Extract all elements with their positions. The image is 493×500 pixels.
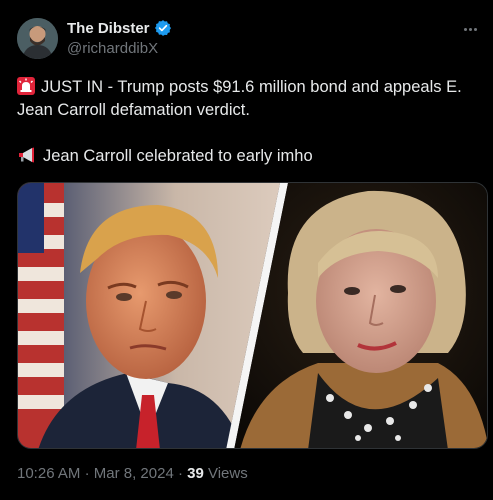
views-count: 39 [187, 465, 204, 482]
tweet-date[interactable]: Mar 8, 2024 [94, 465, 174, 482]
tweet-line-1-text: JUST IN - Trump posts $91.6 million bond… [41, 78, 462, 96]
author-name-row: The Dibster [67, 19, 172, 37]
tweet-photo[interactable] [17, 182, 488, 449]
tweet-line-2: Jean Carroll defamation verdict. [17, 101, 250, 119]
meta-separator: · [177, 465, 183, 482]
more-dot [463, 27, 467, 31]
tweet-line-3-text: Jean Carroll celebrated to early imho [43, 147, 313, 165]
tweet-meta: 10:26 AM · Mar 8, 2024 · 39 Views [17, 465, 248, 482]
tweet-text: JUST IN - Trump posts $91.6 million bond… [17, 76, 487, 168]
verified-badge-icon [154, 19, 172, 37]
tweet-time[interactable]: 10:26 AM [17, 465, 80, 482]
tweet-card[interactable]: The Dibster @richarddibX JUST IN - Trump… [0, 0, 493, 500]
more-dot [468, 27, 472, 31]
rotating-light-icon [17, 77, 35, 95]
tweet-line-3: Jean Carroll celebrated to early imho [17, 145, 487, 168]
more-options-icon[interactable] [459, 20, 481, 38]
author-display-name[interactable]: The Dibster [67, 20, 150, 37]
more-dot [473, 27, 477, 31]
author-handle[interactable]: @richarddibX [67, 40, 158, 57]
megaphone-icon [17, 146, 37, 164]
views-label: Views [207, 465, 248, 482]
tweet-line-1: JUST IN - Trump posts $91.6 million bond… [17, 76, 487, 99]
meta-separator: · [84, 465, 90, 482]
avatar[interactable] [17, 18, 58, 59]
